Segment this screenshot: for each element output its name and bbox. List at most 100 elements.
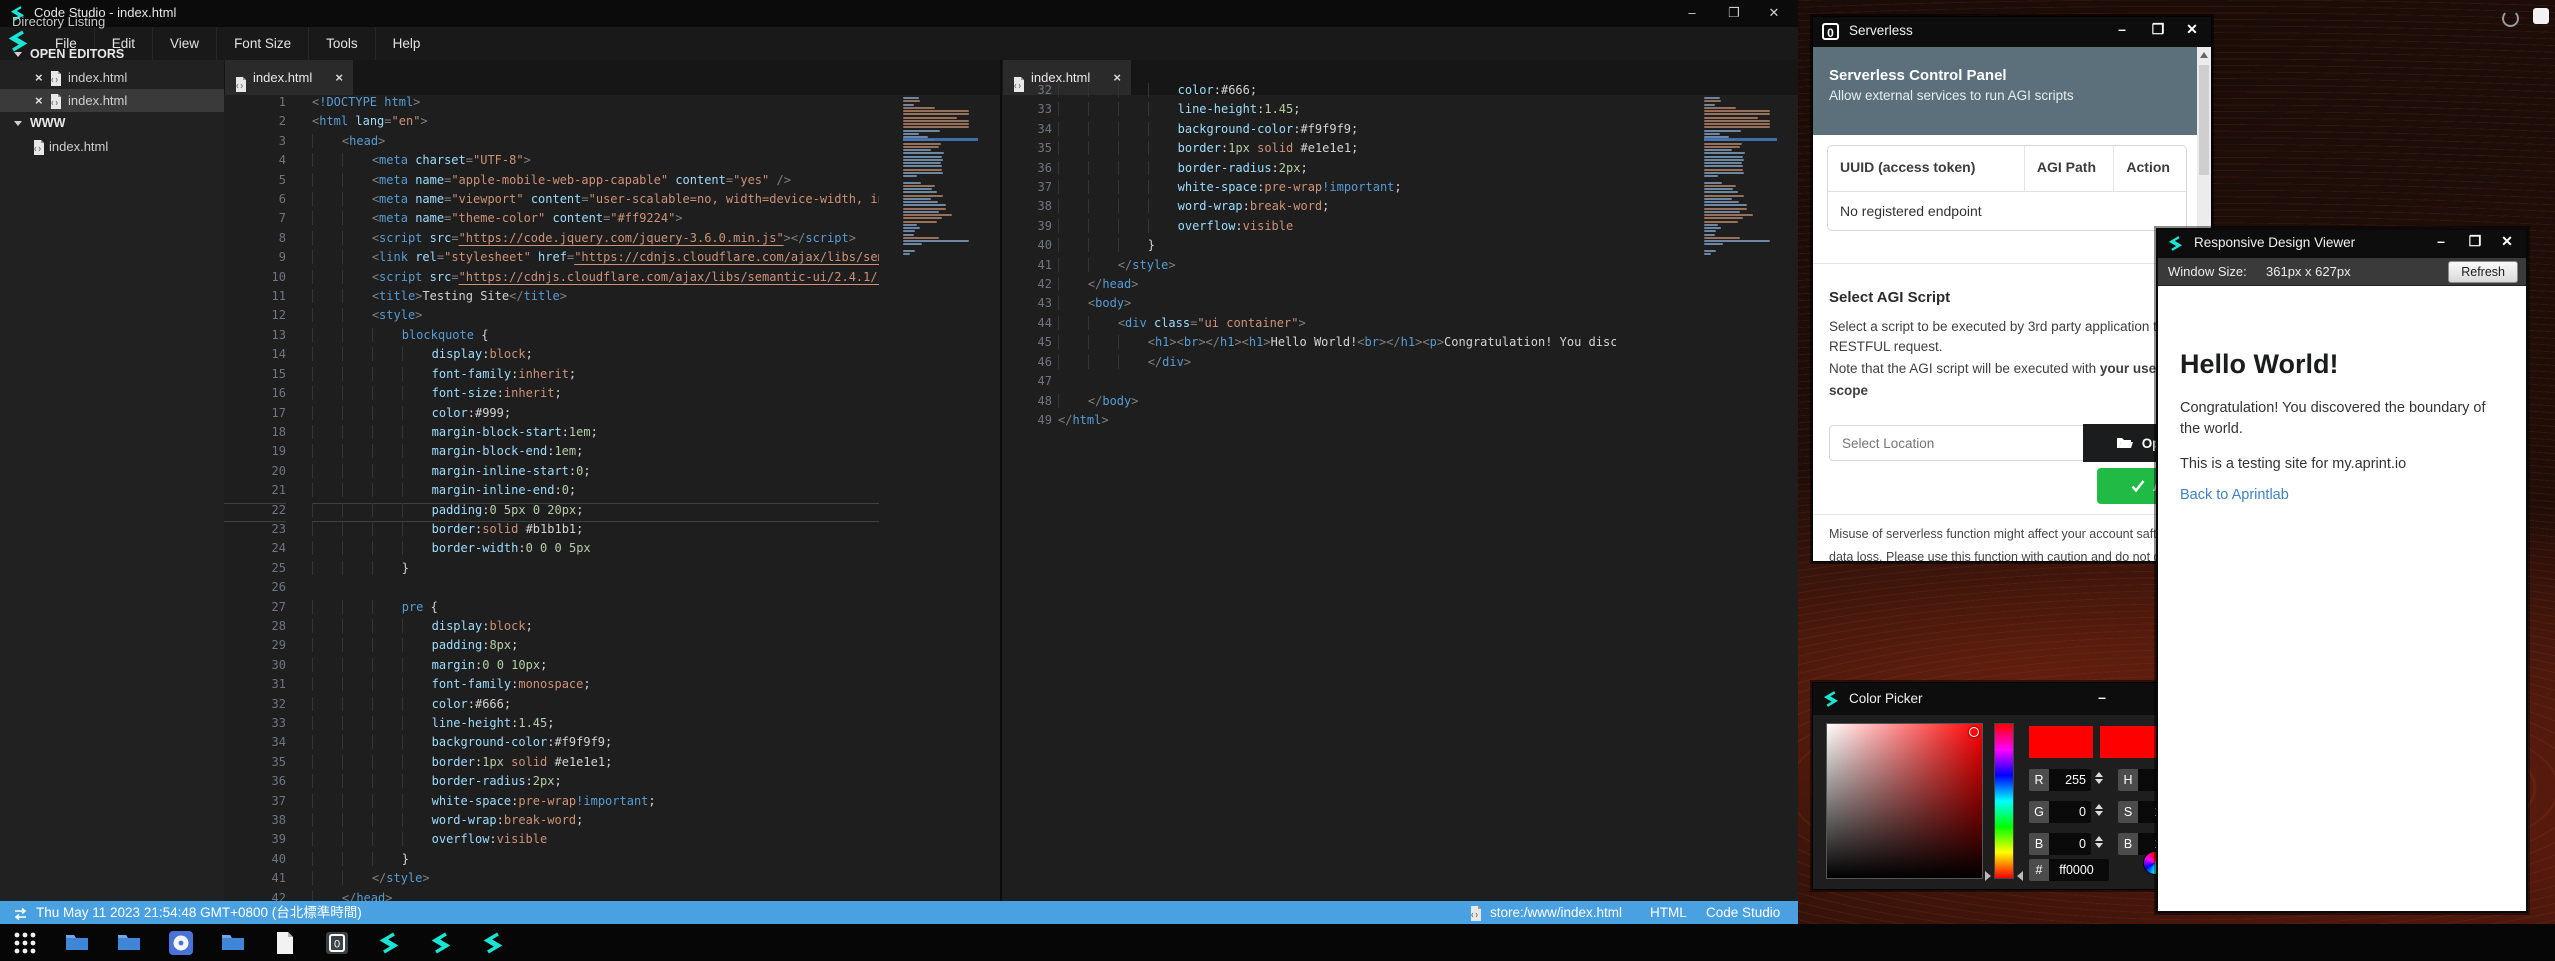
code-token xyxy=(372,522,402,536)
status-language[interactable]: HTML xyxy=(1650,901,1687,924)
code-line: margin:0 0 10px; xyxy=(312,658,879,677)
minimap-line xyxy=(903,214,952,216)
sidebar-item-index-html[interactable]: ×index.html xyxy=(0,89,224,112)
line-number: 9 xyxy=(224,250,286,269)
minimize-button[interactable]: – xyxy=(1672,0,1712,27)
code-token xyxy=(1118,335,1148,349)
minimap-line xyxy=(903,156,942,158)
maximize-button[interactable]: ❐ xyxy=(2462,233,2488,250)
desktop-widget-icon[interactable] xyxy=(2533,8,2549,24)
code-token: 2px xyxy=(1279,161,1301,175)
taskbar-icon-app-grid[interactable] xyxy=(12,930,38,956)
code-token xyxy=(312,522,342,536)
status-app-name: Code Studio xyxy=(1706,901,1780,924)
code-token: solid xyxy=(1257,141,1293,155)
code-token: = xyxy=(451,270,458,284)
menu-item-tools[interactable]: Tools xyxy=(309,27,376,60)
code-token xyxy=(562,541,569,555)
code-token xyxy=(342,464,372,478)
close-button[interactable]: ✕ xyxy=(2494,233,2520,250)
saturation-value-area[interactable] xyxy=(1826,723,1983,879)
minimap-left[interactable] xyxy=(903,95,978,275)
code-token: charset xyxy=(415,153,466,167)
hue-arrow-left-icon[interactable] xyxy=(1985,871,1991,881)
minimap-right[interactable] xyxy=(1704,95,1777,275)
close-icon[interactable]: × xyxy=(35,66,43,89)
stepper-arrows-icon[interactable] xyxy=(2095,804,2103,816)
code-token: html xyxy=(1072,413,1101,427)
scroll-thumb[interactable] xyxy=(2199,65,2209,175)
taskbar-icon-serverless-zero[interactable]: 0 xyxy=(324,930,350,956)
line-number: 26 xyxy=(224,580,286,599)
code-token xyxy=(312,658,342,672)
code-token xyxy=(1088,83,1118,97)
stepper-arrows-icon[interactable] xyxy=(2095,836,2103,848)
menu-item-font-size[interactable]: Font Size xyxy=(217,27,309,60)
taskbar-icon-folder[interactable] xyxy=(116,930,142,956)
serverless-window-title: Serverless xyxy=(1849,23,1913,38)
minimize-button[interactable]: – xyxy=(2428,233,2454,249)
code-token: = xyxy=(466,153,473,167)
code-token xyxy=(342,289,372,303)
taskbar-icon-media-disc[interactable] xyxy=(168,930,194,956)
loading-spinner-icon[interactable] xyxy=(2502,10,2519,27)
code-token xyxy=(1088,161,1118,175)
hue-arrow-right-icon[interactable] xyxy=(2017,871,2023,881)
code-editor-right[interactable]: color:#666; line-height:1.45; background… xyxy=(1058,83,1616,901)
maximize-button[interactable]: ❐ xyxy=(2145,21,2171,38)
code-token: name xyxy=(415,211,444,225)
code-token: style xyxy=(386,871,422,885)
maximize-button[interactable]: ❐ xyxy=(1714,0,1754,27)
close-icon[interactable]: × xyxy=(35,89,43,112)
back-to-aprintlab-link[interactable]: Back to Aprintlab xyxy=(2180,487,2289,503)
minimap-line xyxy=(1704,191,1738,193)
code-line: white-space:pre-wrap!important; xyxy=(1058,180,1616,199)
taskbar-icon-document[interactable] xyxy=(272,930,298,956)
line-number: 23 xyxy=(224,522,286,541)
code-token xyxy=(342,308,372,322)
tab-index-html[interactable]: index.html × xyxy=(225,60,353,95)
taskbar-icon-code-studio[interactable] xyxy=(376,930,402,956)
code-token: < xyxy=(372,250,379,264)
menu-item-help[interactable]: Help xyxy=(376,27,438,60)
taskbar-icon-folder[interactable] xyxy=(64,930,90,956)
minimap-line xyxy=(903,130,940,132)
minimize-button[interactable]: – xyxy=(2089,689,2115,705)
line-number: 27 xyxy=(224,600,286,619)
scroll-up-icon[interactable] xyxy=(2200,52,2208,58)
code-token: > xyxy=(1131,277,1138,291)
hex-value-input[interactable]: ff0000 xyxy=(2049,859,2109,881)
code-editor-left[interactable]: <!DOCTYPE html><html lang="en"> <head> <… xyxy=(312,95,879,901)
code-token: 5px xyxy=(569,541,591,555)
taskbar-icon-code-studio[interactable] xyxy=(480,930,506,956)
code-token xyxy=(372,425,402,439)
channel-value-input[interactable]: 255 xyxy=(2049,769,2091,791)
tab-close-icon[interactable]: × xyxy=(335,60,343,95)
minimize-button[interactable]: – xyxy=(2109,21,2135,37)
code-token: inherit xyxy=(518,367,569,381)
code-token xyxy=(312,541,342,555)
code-token: content xyxy=(552,211,603,225)
code-token: margin-inline-start xyxy=(432,464,569,478)
line-number: 40 xyxy=(224,852,286,871)
status-file-path[interactable]: store:/www/index.html xyxy=(1490,901,1622,924)
code-token xyxy=(1058,277,1088,291)
refresh-button[interactable]: Refresh xyxy=(2448,261,2518,283)
taskbar-icon-code-studio[interactable] xyxy=(428,930,454,956)
color-selector-ring[interactable] xyxy=(1969,727,1979,737)
sidebar-section-open-editors[interactable]: OPEN EDITORS xyxy=(0,43,224,66)
close-button[interactable]: ✕ xyxy=(2179,21,2205,38)
code-token: src xyxy=(430,270,452,284)
stepper-arrows-icon[interactable] xyxy=(2095,772,2103,784)
sidebar-item-index-html[interactable]: index.html xyxy=(0,135,224,158)
code-token: font-family xyxy=(432,677,511,691)
channel-value-input[interactable]: 0 xyxy=(2049,833,2091,855)
channel-value-input[interactable]: 0 xyxy=(2049,801,2091,823)
taskbar-icon-folder[interactable] xyxy=(220,930,246,956)
sidebar-item-index-html[interactable]: ×index.html xyxy=(0,66,224,89)
close-button[interactable]: ✕ xyxy=(1754,0,1794,27)
code-token xyxy=(312,716,342,730)
sidebar-section-www[interactable]: WWW xyxy=(0,112,224,135)
hue-slider[interactable] xyxy=(1994,723,2014,879)
code-token: ; xyxy=(1293,102,1300,116)
